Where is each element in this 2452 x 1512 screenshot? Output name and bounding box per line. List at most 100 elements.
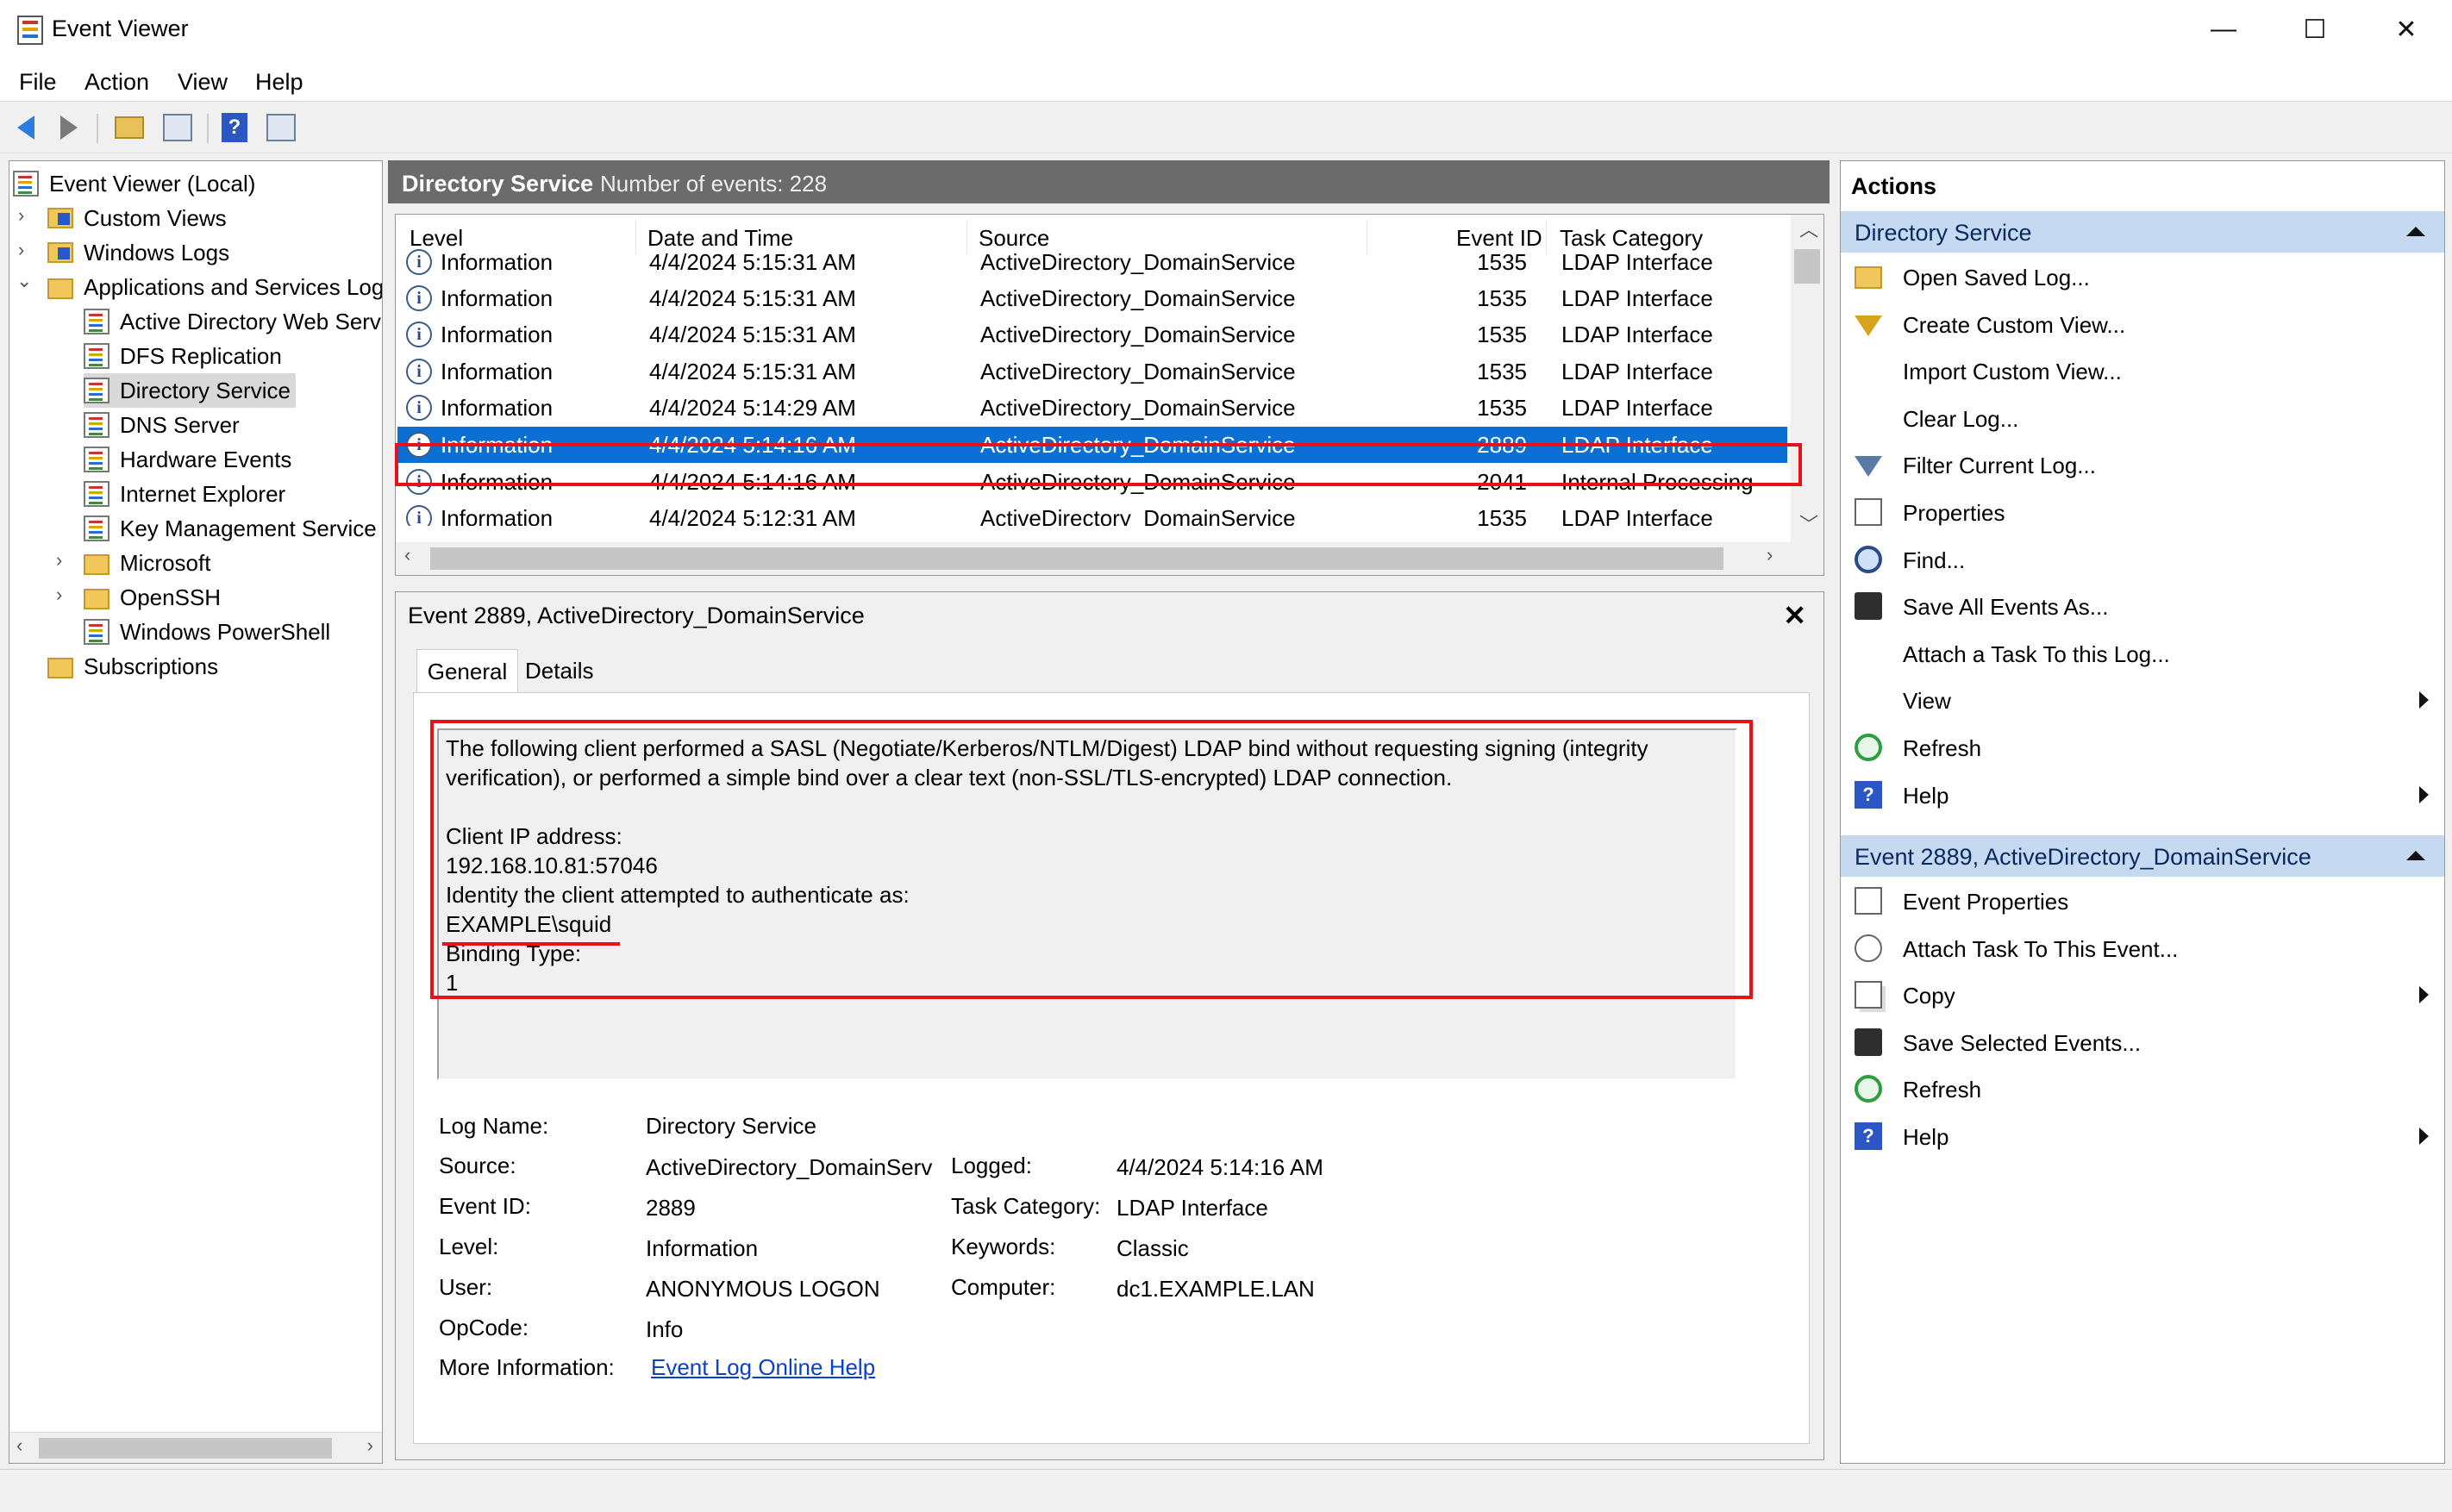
save-icon	[1855, 592, 1882, 621]
tree-item-custom-views[interactable]: Custom Views	[47, 201, 227, 235]
tree-item-active-directory-web-services[interactable]: Active Directory Web Services	[84, 304, 382, 339]
level-value: Information	[646, 1235, 759, 1261]
tree-horizontal-scrollbar[interactable]: ‹ ›	[9, 1432, 382, 1463]
action-view[interactable]: View	[1841, 678, 2444, 724]
action-filter-current-log[interactable]: Filter Current Log...	[1841, 442, 2444, 489]
list-horizontal-scrollbar[interactable]: ‹ ›	[396, 542, 1823, 575]
tree-item-dfs-replication[interactable]: DFS Replication	[84, 339, 282, 373]
menu-view[interactable]: View	[178, 69, 228, 96]
event-count: Number of events: 228	[600, 171, 828, 197]
keywords-value: Classic	[1117, 1235, 1189, 1261]
tree-item-windows-logs[interactable]: Windows Logs	[47, 235, 229, 270]
folder-icon	[47, 242, 73, 263]
tab-general[interactable]: General	[416, 649, 518, 692]
tree-item-subscriptions[interactable]: Subscriptions	[47, 649, 218, 684]
tree-item-internet-explorer[interactable]: Internet Explorer	[84, 477, 285, 511]
event-viewer-app-icon	[17, 16, 43, 45]
table-row[interactable]: i Information 4/4/2024 5:15:31 AM ActiveDir…	[397, 316, 1787, 353]
tree-item-key-management-service[interactable]: Key Management Service	[84, 511, 377, 546]
action-open-saved-log[interactable]: Open Saved Log...	[1841, 254, 2444, 301]
action-attach-task-to-this-event[interactable]: Attach Task To This Event...	[1841, 926, 2444, 972]
show-hide-action-pane-button[interactable]	[264, 110, 298, 145]
close-window-button[interactable]: ✕	[2361, 0, 2452, 59]
up-folder-button[interactable]	[112, 110, 147, 145]
title-bar: Event Viewer — ☐ ✕	[0, 0, 2452, 62]
action-label: Properties	[1903, 500, 2005, 526]
menu-file[interactable]: File	[19, 69, 57, 96]
event-detail-pane: Event 2889, ActiveDirectory_DomainServic…	[395, 591, 1824, 1460]
action-label: Attach Task To This Event...	[1903, 935, 2179, 962]
show-hide-tree-button[interactable]	[160, 110, 195, 145]
action-help[interactable]: ? Help	[1841, 772, 2444, 819]
tree-item-applications-and-services-logs[interactable]: Applications and Services Logs	[47, 270, 382, 304]
help-toolbar-button[interactable]: ?	[217, 110, 252, 145]
action-import-custom-view[interactable]: Import Custom View...	[1841, 348, 2444, 395]
action-refresh[interactable]: Refresh	[1841, 1066, 2444, 1113]
scroll-down-icon[interactable]: ﹀	[1799, 509, 1818, 537]
scroll-right-icon[interactable]: ›	[367, 1434, 373, 1457]
tree-item-label: Windows PowerShell	[120, 618, 331, 645]
event-log-online-help-link[interactable]: Event Log Online Help	[651, 1354, 875, 1381]
binoculars-icon	[1855, 545, 1882, 573]
action-event-properties[interactable]: Event Properties	[1841, 878, 2444, 925]
list-vertical-scrollbar[interactable]: ︿ ﹀	[1791, 215, 1823, 542]
menu-help[interactable]: Help	[255, 69, 303, 96]
action-properties[interactable]: Properties	[1841, 490, 2444, 536]
action-find[interactable]: Find...	[1841, 537, 2444, 584]
collapse-icon[interactable]	[2406, 227, 2425, 236]
tree-item-windows-powershell[interactable]: Windows PowerShell	[84, 615, 330, 649]
cell-id: 1535	[1477, 505, 1527, 526]
section-header-directory-service[interactable]: Directory Service	[1841, 211, 2444, 253]
action-clear-log[interactable]: Clear Log...	[1841, 396, 2444, 442]
forward-button[interactable]	[52, 110, 86, 145]
table-row[interactable]: i Information 4/4/2024 5:12:31 AM ActiveDir…	[397, 500, 1787, 526]
close-detail-icon[interactable]: ✕	[1783, 599, 1806, 632]
action-attach-a-task-to-this-log[interactable]: Attach a Task To this Log...	[1841, 631, 2444, 678]
tree-item-event-viewer-local[interactable]: Event Viewer (Local)	[13, 166, 255, 201]
task-category-value: LDAP Interface	[1117, 1195, 1268, 1221]
chevron-right-icon[interactable]: ›	[56, 549, 62, 572]
menu-action[interactable]: Action	[84, 69, 149, 96]
folder-icon	[47, 658, 73, 678]
toolbar: ?	[0, 103, 2452, 153]
cell-task: LDAP Interface	[1561, 249, 1713, 275]
section-header-event[interactable]: Event 2889, ActiveDirectory_DomainServic…	[1841, 835, 2444, 877]
table-row[interactable]: i Information 4/4/2024 5:15:31 AM ActiveDir…	[397, 353, 1787, 390]
action-refresh[interactable]: Refresh	[1841, 725, 2444, 772]
tree-item-hardware-events[interactable]: Hardware Events	[84, 442, 291, 477]
scrollbar-thumb[interactable]	[1794, 249, 1820, 284]
event-id-label: Event ID:	[439, 1193, 531, 1219]
table-row[interactable]: i Information 4/4/2024 5:15:31 AM ActiveDir…	[397, 244, 1787, 280]
minimize-button[interactable]: —	[2178, 0, 2269, 59]
tree-item-openssh[interactable]: OpenSSH	[84, 580, 221, 615]
collapse-icon[interactable]	[2406, 851, 2425, 860]
maximize-button[interactable]: ☐	[2269, 0, 2361, 59]
chevron-right-icon[interactable]: ›	[18, 204, 24, 227]
tree-item-microsoft[interactable]: Microsoft	[84, 546, 210, 580]
tree-item-dns-server[interactable]: DNS Server	[84, 408, 240, 442]
tree-item-label: Subscriptions	[84, 653, 219, 679]
action-copy[interactable]: Copy	[1841, 972, 2444, 1019]
scroll-left-icon[interactable]: ‹	[16, 1434, 22, 1457]
window-title: Event Viewer	[52, 16, 189, 41]
chevron-right-icon[interactable]: ›	[18, 239, 24, 261]
scrollbar-thumb[interactable]	[39, 1438, 332, 1459]
table-row[interactable]: i Information 4/4/2024 5:15:31 AM ActiveDir…	[397, 280, 1787, 316]
scroll-up-icon[interactable]: ︿	[1799, 215, 1818, 242]
chevron-right-icon[interactable]: ›	[56, 584, 62, 606]
action-create-custom-view[interactable]: Create Custom View...	[1841, 302, 2444, 348]
log-name-value: Directory Service	[646, 1113, 816, 1139]
back-button[interactable]	[9, 110, 43, 145]
tree-item-label: Event Viewer (Local)	[49, 170, 256, 197]
scroll-left-icon[interactable]: ‹	[404, 544, 410, 566]
action-save-selected-events[interactable]: Save Selected Events...	[1841, 1020, 2444, 1066]
action-help[interactable]: ? Help	[1841, 1114, 2444, 1160]
action-label: Refresh	[1903, 1077, 1982, 1103]
chevron-down-icon[interactable]: ⌄	[16, 270, 32, 292]
table-row[interactable]: i Information 4/4/2024 5:14:29 AM ActiveDir…	[397, 390, 1787, 426]
scrollbar-thumb[interactable]	[430, 547, 1723, 570]
action-save-all-events-as[interactable]: Save All Events As...	[1841, 584, 2444, 630]
tree-item-directory-service[interactable]: Directory Service	[84, 373, 296, 408]
tab-details[interactable]: Details	[525, 658, 593, 684]
scroll-right-icon[interactable]: ›	[1767, 544, 1773, 566]
